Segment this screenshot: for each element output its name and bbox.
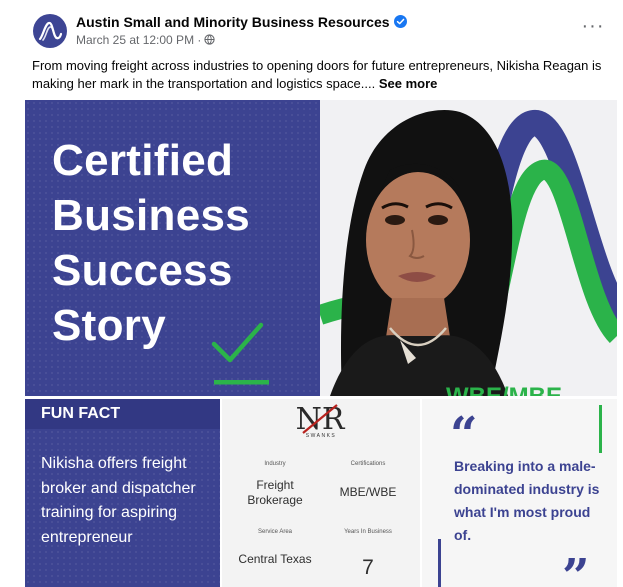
caption-text: From moving freight across industries to… [32,58,602,91]
post-meta: March 25 at 12:00 PM · [76,33,216,47]
post-image[interactable]: Certified Business Success Story FUN FAC… [25,100,617,587]
page-name-link[interactable]: Austin Small and Minority Business Resou… [76,14,390,30]
portrait-panel: WBE/MBE [320,100,617,396]
headline-panel: Certified Business Success Story [25,100,320,396]
stat-label: Certifications [350,461,386,467]
stat-value: Freight Brokerage [247,478,303,507]
logo-subtext: SWANKS [305,433,337,439]
business-stats-panel: NR SWANKS Industry Freight Brokerage Cer… [222,399,420,587]
post-timestamp[interactable]: March 25 at 12:00 PM [76,33,194,47]
quote-accent-line [438,539,441,587]
headline-line: Success [52,246,233,295]
post-caption: From moving freight across industries to… [32,57,612,93]
stat-label: Service Area [257,529,293,535]
quote-text: Breaking into a male-dominated industry … [454,458,600,543]
page-name-row: Austin Small and Minority Business Resou… [76,14,407,30]
checkmark-icon [211,322,269,385]
quote-panel: “ Breaking into a male-dominated industr… [422,399,617,587]
meta-separator: · [197,33,202,47]
quote-accent-line [599,405,602,453]
fun-fact-panel: FUN FACT Nikisha offers freight broker a… [25,399,220,587]
fun-fact-title: FUN FACT [41,405,121,422]
headline-line: Business [52,191,251,240]
globe-icon [204,34,216,45]
more-options-icon[interactable]: ··· [578,16,608,42]
see-more-link[interactable]: See more [379,76,438,91]
close-quote-mark: ” [562,549,590,587]
headline-line: Certified [52,136,234,185]
page-avatar[interactable] [33,14,67,48]
stat-label: Industry [264,461,286,467]
stat-value: 7 [362,556,374,579]
brand-logo-icon [38,21,63,41]
facebook-post-card: Austin Small and Minority Business Resou… [0,0,623,587]
fun-fact-body: Nikisha offers freight broker and dispat… [41,455,196,546]
stat-value: MBE/WBE [339,485,397,499]
stat-value: Central Texas [238,552,312,566]
verified-badge-icon [393,15,407,28]
open-quote-mark: “ [450,407,478,463]
photo-overlay-text: WBE/MBE [446,383,562,396]
portrait-photo: WBE/MBE [320,100,617,396]
stat-label: Years In Business [344,529,392,535]
